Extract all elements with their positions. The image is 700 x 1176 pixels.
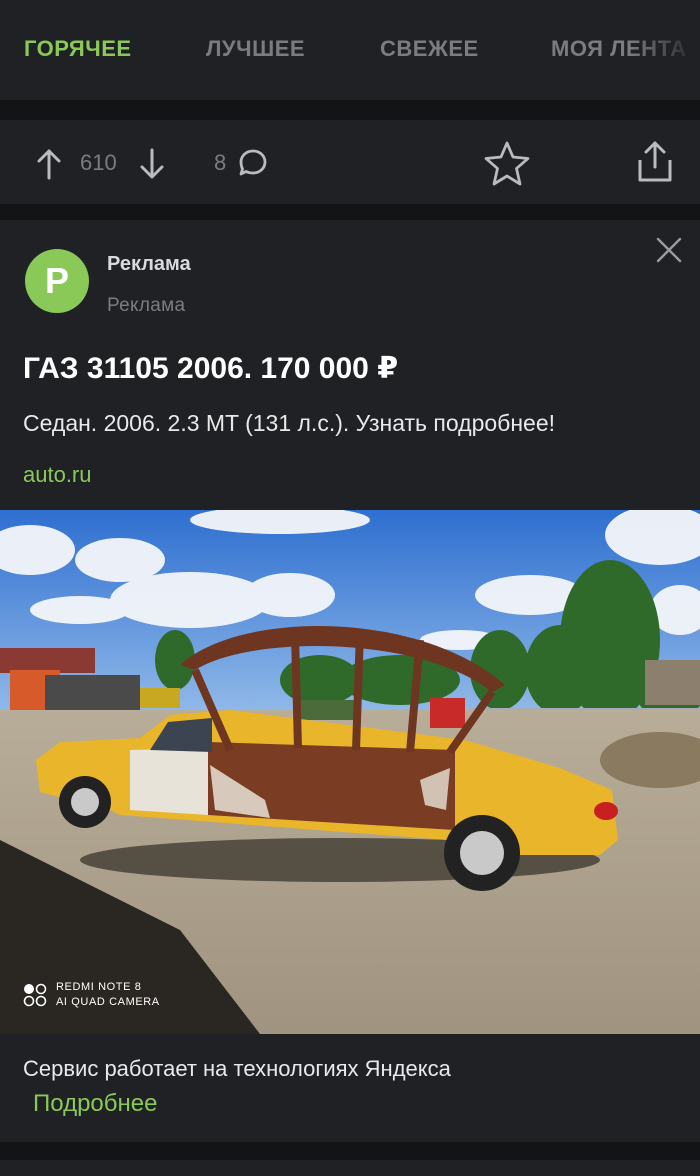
tab-best[interactable]: ЛУЧШЕЕ xyxy=(206,36,305,62)
separator xyxy=(0,204,700,220)
top-tabs: ГОРЯЧЕЕ ЛУЧШЕЕ СВЕЖЕЕ МОЯ ЛЕНТА xyxy=(0,0,700,100)
ad-card: P Реклама Реклама ГАЗ 31105 2006. 170 00… xyxy=(0,220,700,510)
tabs-fade xyxy=(630,0,700,100)
next-card-top xyxy=(0,1160,700,1176)
rating-count: 610 xyxy=(80,150,117,175)
arrow-down-icon[interactable] xyxy=(139,148,165,180)
photo-watermark: REDMI NOTE 8 AI QUAD CAMERA xyxy=(22,980,160,1010)
ad-link[interactable]: auto.ru xyxy=(23,462,92,488)
comment-count[interactable]: 8 xyxy=(214,150,226,176)
ad-description[interactable]: Седан. 2006. 2.3 MT (131 л.с.). Узнать п… xyxy=(23,410,555,437)
ad-photo[interactable]: REDMI NOTE 8 AI QUAD CAMERA xyxy=(0,510,700,1034)
watermark-line-1: REDMI NOTE 8 xyxy=(56,981,142,993)
separator xyxy=(0,100,700,118)
comment-icon[interactable] xyxy=(237,147,269,179)
ad-author-name[interactable]: Реклама xyxy=(107,253,191,276)
details-link[interactable]: Подробнее xyxy=(33,1090,157,1118)
star-icon[interactable] xyxy=(482,140,532,188)
tab-fresh[interactable]: СВЕЖЕЕ xyxy=(380,36,479,62)
post-action-bar: 610 8 xyxy=(0,118,700,204)
yandex-service-note: Сервис работает на технологиях Яндекса xyxy=(23,1056,451,1081)
ad-title[interactable]: ГАЗ 31105 2006. 170 000 ₽ xyxy=(23,351,398,386)
car-photo-illustration xyxy=(0,510,700,1034)
ad-footer: Сервис работает на технологиях Яндекса П… xyxy=(0,1034,700,1142)
watermark-line-2: AI QUAD CAMERA xyxy=(56,996,160,1008)
camera-dots-icon xyxy=(22,982,48,1008)
tab-hot[interactable]: ГОРЯЧЕЕ xyxy=(24,36,132,62)
separator xyxy=(0,1142,700,1160)
share-icon[interactable] xyxy=(636,140,674,184)
ad-sub-label: Реклама xyxy=(107,295,186,316)
avatar[interactable]: P xyxy=(25,249,89,313)
watermark-text: REDMI NOTE 8 AI QUAD CAMERA xyxy=(56,980,160,1010)
close-icon[interactable] xyxy=(654,235,684,265)
arrow-up-icon[interactable] xyxy=(36,148,62,180)
